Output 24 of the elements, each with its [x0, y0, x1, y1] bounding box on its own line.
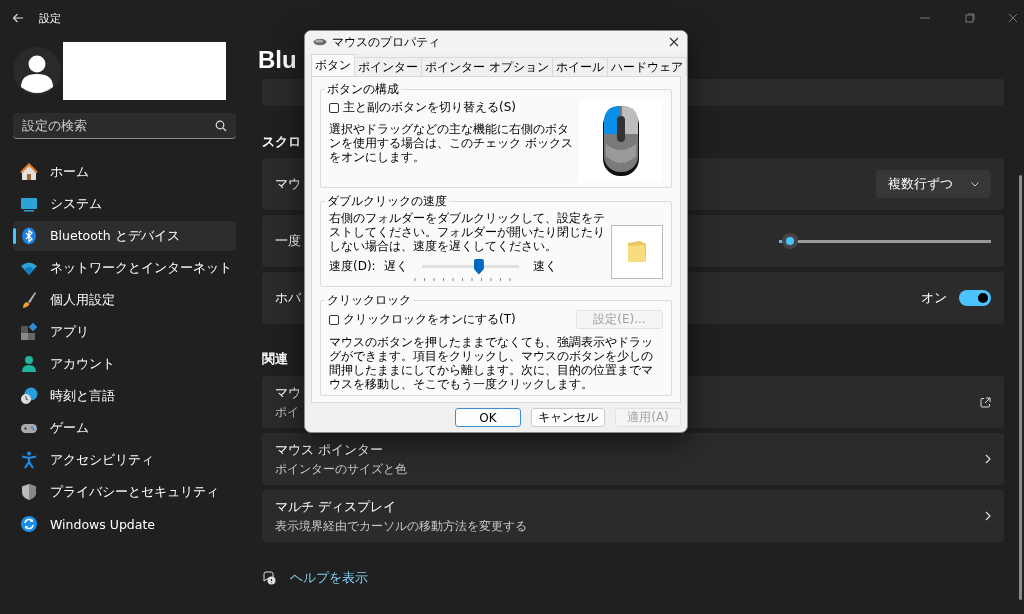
card-title: ホバ — [275, 289, 301, 307]
card-title: マウス ポインター — [275, 441, 385, 459]
group-title: クリックロック — [326, 292, 412, 309]
card-title: マウ — [275, 384, 301, 402]
page-heading: Blu — [258, 46, 297, 74]
slow-label: 遅く — [383, 258, 408, 275]
card-subtitle: ポイ — [275, 405, 300, 420]
card-subtitle: 表示境界経由でカーソルの移動方法を変更する — [275, 519, 527, 534]
description-text: 選択やドラッグなどの主な機能に右側のボタンを使用する場合は、このチェック ボックスをオンにします。 — [329, 122, 573, 164]
card-title: マルチ ディスプレイ — [275, 498, 398, 516]
card-subtitle: ポインターのサイズと色 — [275, 462, 407, 477]
description-text: マウスのボタンを押したままでなくても、強調表示やドラッグができます。項目をクリックし、マウスのボタンを少しの間押したままにしてから離します。次に、目的の位置までマウスを移動し、そこでもう一度クリックします。 — [329, 335, 654, 391]
section-title: スクロ — [262, 134, 301, 150]
window-title: 設定 — [39, 10, 61, 26]
fast-label: 速く — [532, 258, 557, 275]
speed-label: 速度(D): — [329, 258, 376, 275]
card-title: 一度 — [275, 232, 301, 250]
dialog-title: マウスのプロパティ — [332, 33, 440, 51]
section-title: 関連 — [262, 351, 288, 367]
group-title: ボタンの構成 — [326, 81, 400, 98]
description-text: 右側のフォルダーをダブルクリックして、設定をテストしてください。フォルダーが開いたり閉じたりしない場合は、速度を遅くしてください。 — [329, 211, 605, 253]
group-title: ダブルクリックの速度 — [326, 193, 448, 210]
card-title: マウ — [275, 175, 301, 193]
toggle-label: オン — [921, 289, 947, 307]
